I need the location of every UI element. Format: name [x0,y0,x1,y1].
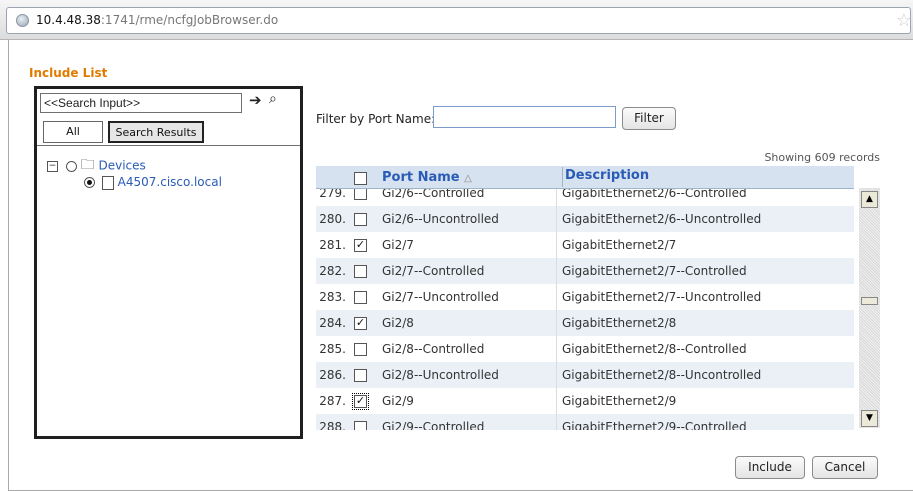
tab-all[interactable]: All [43,121,103,143]
grid-header: Port Name △ Description [316,166,854,189]
column-divider [556,388,557,414]
table-row[interactable]: 286. Gi2/8--Uncontrolled GigabitEthernet2/… [316,362,854,388]
row-checkbox-checked[interactable]: ✓ [352,393,369,410]
url-text: 10.4.48.38:1741/rme/ncfgJobBrowser.do [36,13,278,27]
description-cell: GigabitEthernet2/7--Controlled [562,264,747,278]
selector-tabs: All Search Results [37,117,300,146]
collapse-icon[interactable]: − [47,160,58,172]
globe-icon [16,14,29,27]
description-cell: GigabitEthernet2/8--Uncontrolled [562,368,762,382]
record-count: Showing 609 records [764,151,880,164]
table-row[interactable]: 282. Gi2/7--Controlled GigabitEthernet2/7-… [316,258,854,284]
column-divider [556,232,557,258]
row-checkbox-checked[interactable]: ✓ [354,239,367,252]
table-row[interactable]: 287. ✓ Gi2/9 GigabitEthernet2/9 [316,388,854,414]
row-number: 283. [319,290,346,304]
row-number: 288. [319,420,346,430]
tab-search-results[interactable]: Search Results [108,121,204,143]
port-name-cell: Gi2/8--Uncontrolled [382,368,499,382]
scroll-down-icon[interactable]: ▼ [861,410,878,427]
row-number: 281. [319,238,346,252]
port-name-cell: Gi2/9--Controlled [382,420,485,430]
description-cell: GigabitEthernet2/9--Controlled [562,420,747,430]
sort-asc-icon: △ [464,173,472,184]
column-divider [556,414,557,430]
row-checkbox[interactable] [354,291,367,304]
port-name-cell: Gi2/7 [382,238,414,252]
table-row[interactable]: 284. ✓ Gi2/8 GigabitEthernet2/8 [316,310,854,336]
description-cell: GigabitEthernet2/7 [562,238,677,252]
filter-button[interactable]: Filter [622,107,676,130]
table-row[interactable]: 288. Gi2/9--Controlled GigabitEthernet2/9-… [316,414,854,430]
grid-scrollbar[interactable]: ▲ ▼ [859,188,880,428]
include-list-title: Include List [29,66,108,80]
cancel-button[interactable]: Cancel [812,456,878,479]
port-name-column-header[interactable]: Port Name △ [382,170,472,185]
column-divider [556,284,557,310]
grid-rows: 279. Gi2/6--Controlled GigabitEthernet2/6-… [316,166,854,430]
column-divider [556,310,557,336]
tree-node-device: A4507.cisco.local [84,175,222,190]
description-cell: GigabitEthernet2/8 [562,316,677,330]
port-name-cell: Gi2/7--Controlled [382,264,485,278]
description-cell: GigabitEthernet2/7--Uncontrolled [562,290,762,304]
port-name-header-label: Port Name [382,170,460,185]
device-icon [101,175,114,190]
description-column-header[interactable]: Description [562,167,649,187]
row-number: 282. [319,264,346,278]
url-host: 10.4.48.38 [36,13,101,27]
row-number: 286. [319,368,346,382]
browser-address-bar: 10.4.48.38:1741/rme/ncfgJobBrowser.do ☆ [0,0,913,40]
row-checkbox-checked[interactable]: ✓ [354,317,367,330]
row-number: 280. [319,212,346,226]
devices-link[interactable]: Devices [98,159,145,173]
column-divider [556,336,557,362]
column-divider [556,206,557,232]
row-checkbox[interactable] [354,265,367,278]
port-name-cell: Gi2/8--Controlled [382,342,485,356]
table-row[interactable]: 283. Gi2/7--Uncontrolled GigabitEthernet2/… [316,284,854,310]
scroll-up-icon[interactable]: ▲ [861,191,878,208]
row-number: 285. [319,342,346,356]
description-cell: GigabitEthernet2/6--Uncontrolled [562,212,762,226]
row-number: 284. [319,316,346,330]
scroll-thumb[interactable] [861,297,878,305]
device-link[interactable]: A4507.cisco.local [118,175,222,189]
bookmark-star-icon[interactable]: ☆ [896,10,912,31]
row-checkbox[interactable] [354,421,367,430]
port-name-cell: Gi2/8 [382,316,414,330]
column-divider [556,258,557,284]
column-divider [556,362,557,388]
filter-label: Filter by Port Name: [316,112,436,126]
ports-grid: 279. Gi2/6--Controlled GigabitEthernet2/6-… [316,166,880,430]
device-radio[interactable] [84,177,95,188]
row-checkbox[interactable] [354,369,367,382]
port-name-cell: Gi2/9 [382,394,414,408]
table-row[interactable]: 281. ✓ Gi2/7 GigabitEthernet2/7 [316,232,854,258]
find-icon[interactable]: ⌕ [269,91,277,107]
table-row[interactable]: 280. Gi2/6--Uncontrolled GigabitEthernet2/… [316,206,854,232]
port-name-filter-input[interactable] [433,106,616,128]
url-path: :1741/rme/ncfgJobBrowser.do [100,13,279,27]
device-tree: − 🗀 Devices A4507.cisco.local [37,146,300,436]
row-checkbox[interactable] [354,343,367,356]
description-cell: GigabitEthernet2/9 [562,394,677,408]
description-cell: GigabitEthernet2/8--Controlled [562,342,747,356]
row-number: 287. [319,394,346,408]
device-selector-panel: ➔ ⌕ All Search Results − 🗀 Devices A4507… [34,86,303,439]
table-row[interactable]: 285. Gi2/8--Controlled GigabitEthernet2/8-… [316,336,854,362]
select-all-checkbox[interactable] [354,172,367,185]
row-checkbox[interactable] [354,213,367,226]
go-arrow-icon[interactable]: ➔ [249,91,262,109]
device-search-input[interactable] [40,93,242,113]
url-field[interactable]: 10.4.48.38:1741/rme/ncfgJobBrowser.do ☆ [6,7,912,34]
devices-radio[interactable] [65,160,77,172]
include-button[interactable]: Include [735,456,805,479]
port-name-cell: Gi2/6--Uncontrolled [382,212,499,226]
port-name-cell: Gi2/7--Uncontrolled [382,290,499,304]
